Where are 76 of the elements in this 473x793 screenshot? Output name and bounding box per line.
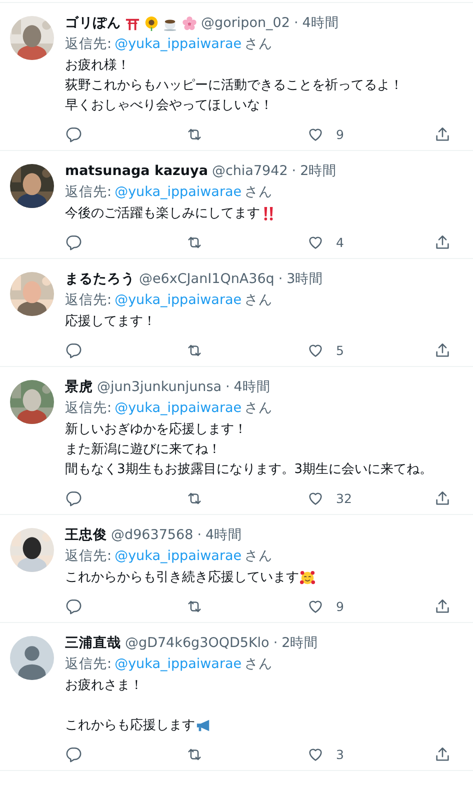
reply-icon[interactable] (65, 746, 82, 762)
tweet-text: 応援してます！ (65, 313, 156, 331)
user-name[interactable]: matsunaga kazuya (65, 161, 208, 181)
tweet-text: 新しいおぎゆかを応援します！ (65, 421, 247, 439)
honorific: さん (244, 399, 273, 418)
like-count: 32 (336, 490, 352, 506)
reply-label: 返信先: (65, 655, 112, 674)
blossom-icon (182, 16, 197, 30)
tweet-text: これからからも引き続き応援しています (65, 569, 299, 587)
timestamp[interactable]: 2時間 (300, 161, 337, 181)
smiling-face-hearts-icon (300, 570, 315, 585)
share-icon[interactable] (434, 490, 451, 506)
like-count: 9 (336, 126, 344, 142)
reply-icon[interactable] (65, 342, 82, 358)
reply-label: 返信先: (65, 183, 112, 202)
user-handle[interactable]: @e6xCJanI1QnA36q (139, 269, 274, 289)
timestamp[interactable]: 4時間 (302, 13, 339, 33)
honorific: さん (244, 35, 273, 54)
reply-icon[interactable] (65, 490, 82, 506)
timestamp[interactable]: 3時間 (286, 269, 324, 289)
default-avatar-icon (10, 636, 54, 680)
share-icon[interactable] (434, 234, 451, 250)
sunflower-icon (144, 16, 159, 30)
user-handle[interactable]: @d9637568 (111, 525, 194, 545)
user-name[interactable]: 三浦直哉 (65, 633, 121, 653)
like-count: 9 (336, 598, 344, 614)
honorific: さん (244, 183, 273, 202)
separator-dot: · (292, 162, 296, 181)
timestamp[interactable]: 4時間 (234, 377, 270, 397)
separator-dot: · (197, 526, 202, 545)
reply-label: 返信先: (65, 291, 112, 310)
like-icon[interactable] (307, 490, 324, 506)
user-name[interactable]: 景虎 (65, 377, 93, 397)
tweet-text: 今後のご活躍も楽しみにしてます (65, 205, 260, 223)
reply-icon[interactable] (65, 126, 82, 142)
reply-icon[interactable] (65, 234, 82, 250)
like-icon[interactable] (307, 342, 324, 358)
like-count: 5 (336, 342, 344, 358)
tweet-text: お疲れ様！ (65, 57, 130, 75)
user-name[interactable]: 王忠俊 (65, 525, 107, 545)
reply-label: 返信先: (65, 547, 112, 566)
honorific: さん (244, 655, 273, 674)
like-count: 4 (336, 234, 344, 250)
tweet-text: 間もなく3期生もお披露目になります。3期生に会いに来てね。 (65, 461, 433, 479)
timestamp[interactable]: 2時間 (282, 633, 318, 653)
reply-icon[interactable] (65, 598, 82, 614)
separator-dot: · (226, 378, 230, 397)
megaphone-icon (196, 718, 211, 733)
separator-dot: · (273, 634, 278, 653)
user-handle[interactable]: @jun3junkunjunsa (97, 377, 222, 397)
like-icon[interactable] (307, 234, 324, 250)
user-handle[interactable]: @chia7942 (212, 161, 288, 181)
share-icon[interactable] (434, 746, 451, 762)
tweet-text: お疲れさま！ (65, 677, 143, 695)
honorific: さん (244, 291, 273, 310)
like-count: 3 (336, 746, 344, 762)
user-handle[interactable]: @goripon_02 (201, 13, 290, 33)
tweet-text: また新潟に遊びに来てね！ (65, 441, 221, 459)
reply-label: 返信先: (65, 399, 112, 418)
user-handle[interactable]: @gD74k6g3OQD5Klo (125, 633, 270, 653)
honorific: さん (244, 547, 273, 566)
separator-dot: · (278, 270, 283, 289)
share-icon[interactable] (434, 342, 451, 358)
like-icon[interactable] (307, 746, 324, 762)
reply-label: 返信先: (65, 35, 112, 54)
tweet-text: 荻野これからもハッピーに活動できることを祈ってるよ！ (65, 77, 403, 95)
share-icon[interactable] (434, 598, 451, 614)
like-icon[interactable] (307, 126, 324, 142)
timestamp[interactable]: 4時間 (206, 525, 242, 545)
like-icon[interactable] (307, 598, 324, 614)
user-name[interactable]: ゴリぽん (65, 13, 121, 33)
user-name[interactable]: まるたろう (65, 269, 135, 289)
separator-dot: · (294, 14, 298, 33)
tweet-text: これからも応援します (65, 717, 195, 735)
share-icon[interactable] (434, 126, 451, 142)
tweet-text: 早くおしゃべり会やってほしいな！ (65, 97, 273, 115)
